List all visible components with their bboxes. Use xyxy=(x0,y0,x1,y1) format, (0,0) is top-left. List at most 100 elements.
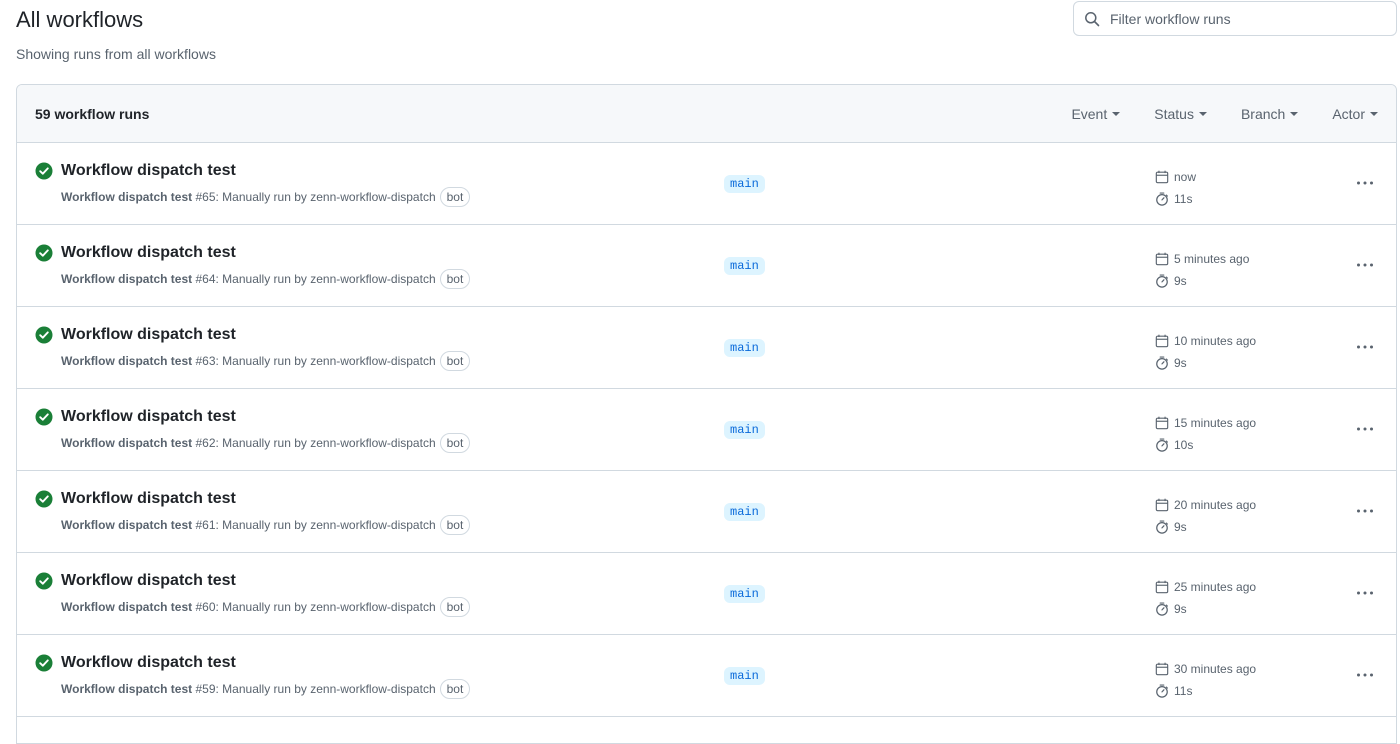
run-duration: 9s xyxy=(1174,520,1187,534)
workflow-run-row: Workflow dispatch test Workflow dispatch… xyxy=(17,307,1396,389)
workflow-runs-list: 59 workflow runs Event Status Branch Act… xyxy=(16,84,1397,744)
run-title-link[interactable]: Workflow dispatch test xyxy=(61,489,236,509)
calendar-icon xyxy=(1155,416,1169,430)
stopwatch-icon xyxy=(1156,438,1168,452)
run-workflow-name: Workflow dispatch test xyxy=(61,190,193,204)
event-filter-label: Event xyxy=(1071,106,1108,122)
status-filter-menu[interactable]: Status xyxy=(1154,106,1207,122)
page-title: All workflows xyxy=(16,7,144,32)
run-started-line: 10 minutes ago xyxy=(1155,330,1256,352)
stopwatch-icon xyxy=(1156,520,1168,534)
run-number: #63 xyxy=(195,354,216,368)
stopwatch-icon xyxy=(1156,274,1168,288)
success-check-icon xyxy=(35,654,53,672)
branch-label[interactable]: main xyxy=(724,257,765,275)
bot-badge: bot xyxy=(439,515,471,535)
run-started-line: 15 minutes ago xyxy=(1155,412,1256,434)
run-title-link[interactable]: Workflow dispatch test xyxy=(61,325,236,345)
calendar-icon xyxy=(1155,252,1169,266)
run-trigger-text: : Manually run by zenn-workflow-dispatch xyxy=(215,600,436,614)
run-timing: 25 minutes ago 9s xyxy=(1155,576,1256,620)
run-trigger-text: : Manually run by zenn-workflow-dispatch xyxy=(215,190,436,204)
run-duration: 9s xyxy=(1174,602,1187,616)
run-started-time: 10 minutes ago xyxy=(1174,334,1257,348)
event-filter-menu[interactable]: Event xyxy=(1071,106,1121,122)
run-number: #61 xyxy=(195,518,216,532)
run-meta: Workflow dispatch test #62 : Manually ru… xyxy=(61,433,471,453)
branch-label[interactable]: main xyxy=(724,339,765,357)
actor-filter-menu[interactable]: Actor xyxy=(1332,106,1378,122)
search-icon xyxy=(1085,11,1100,26)
stopwatch-icon xyxy=(1156,356,1168,370)
run-meta: Workflow dispatch test #59 : Manually ru… xyxy=(61,679,471,699)
branch-label[interactable]: main xyxy=(724,421,765,439)
kebab-menu-icon[interactable] xyxy=(1355,665,1375,685)
run-timing: 10 minutes ago 9s xyxy=(1155,330,1256,374)
kebab-menu-icon[interactable] xyxy=(1355,501,1375,521)
branch-label[interactable]: main xyxy=(724,585,765,603)
run-title-link[interactable]: Workflow dispatch test xyxy=(61,653,236,673)
run-started-time: 20 minutes ago xyxy=(1174,498,1257,512)
run-duration: 9s xyxy=(1174,274,1187,288)
stopwatch-icon xyxy=(1156,192,1168,206)
success-check-icon xyxy=(35,490,53,508)
workflow-run-row: Workflow dispatch test Workflow dispatch… xyxy=(17,471,1396,553)
bot-badge: bot xyxy=(439,351,471,371)
bot-badge: bot xyxy=(439,269,471,289)
run-meta: Workflow dispatch test #64 : Manually ru… xyxy=(61,269,471,289)
run-timing: now 11s xyxy=(1155,166,1196,210)
run-title-link[interactable]: Workflow dispatch test xyxy=(61,161,236,181)
branch-label[interactable]: main xyxy=(724,503,765,521)
caret-down-icon xyxy=(1370,112,1378,116)
run-duration-line: 11s xyxy=(1155,188,1196,210)
runs-filters: Event Status Branch Actor xyxy=(1037,85,1378,143)
actor-filter-label: Actor xyxy=(1332,106,1365,122)
kebab-menu-icon[interactable] xyxy=(1355,337,1375,357)
run-trigger-text: : Manually run by zenn-workflow-dispatch xyxy=(215,436,436,450)
run-workflow-name: Workflow dispatch test xyxy=(61,682,193,696)
run-timing: 5 minutes ago 9s xyxy=(1155,248,1249,292)
filter-workflow-runs-input[interactable] xyxy=(1108,9,1388,28)
run-duration-line: 9s xyxy=(1155,598,1256,620)
status-filter-label: Status xyxy=(1154,106,1194,122)
run-number: #60 xyxy=(195,600,216,614)
filter-workflow-runs-box[interactable] xyxy=(1073,1,1397,36)
stopwatch-icon xyxy=(1156,602,1168,616)
run-started-line: 30 minutes ago xyxy=(1155,658,1256,680)
calendar-icon xyxy=(1155,498,1169,512)
calendar-icon xyxy=(1155,662,1169,676)
kebab-menu-icon[interactable] xyxy=(1355,173,1375,193)
calendar-icon xyxy=(1155,334,1169,348)
run-title-link[interactable]: Workflow dispatch test xyxy=(61,407,236,427)
caret-down-icon xyxy=(1198,112,1207,116)
kebab-menu-icon[interactable] xyxy=(1355,419,1375,439)
run-workflow-name: Workflow dispatch test xyxy=(61,600,193,614)
run-timing: 15 minutes ago 10s xyxy=(1155,412,1256,456)
runs-rows: Workflow dispatch test Workflow dispatch… xyxy=(17,143,1396,717)
success-check-icon xyxy=(35,244,53,262)
run-workflow-name: Workflow dispatch test xyxy=(61,518,193,532)
run-started-time: 5 minutes ago xyxy=(1174,252,1250,266)
branch-label[interactable]: main xyxy=(724,175,765,193)
run-duration: 11s xyxy=(1174,192,1193,206)
success-check-icon xyxy=(35,572,53,590)
run-meta: Workflow dispatch test #60 : Manually ru… xyxy=(61,597,471,617)
run-meta: Workflow dispatch test #61 : Manually ru… xyxy=(61,515,471,535)
run-duration-line: 10s xyxy=(1155,434,1256,456)
run-started-time: 30 minutes ago xyxy=(1174,662,1257,676)
bot-badge: bot xyxy=(439,433,471,453)
run-meta: Workflow dispatch test #63 : Manually ru… xyxy=(61,351,471,371)
run-title-link[interactable]: Workflow dispatch test xyxy=(61,243,236,263)
run-meta: Workflow dispatch test #65 : Manually ru… xyxy=(61,187,471,207)
success-check-icon xyxy=(35,408,53,426)
kebab-menu-icon[interactable] xyxy=(1355,583,1375,603)
run-title-link[interactable]: Workflow dispatch test xyxy=(61,571,236,591)
run-started-time: 15 minutes ago xyxy=(1174,416,1257,430)
branch-label[interactable]: main xyxy=(724,667,765,685)
caret-down-icon xyxy=(1112,112,1121,116)
run-timing: 20 minutes ago 9s xyxy=(1155,494,1256,538)
run-started-line: now xyxy=(1155,166,1196,188)
branch-filter-menu[interactable]: Branch xyxy=(1241,106,1299,122)
kebab-menu-icon[interactable] xyxy=(1355,255,1375,275)
run-started-line: 20 minutes ago xyxy=(1155,494,1256,516)
